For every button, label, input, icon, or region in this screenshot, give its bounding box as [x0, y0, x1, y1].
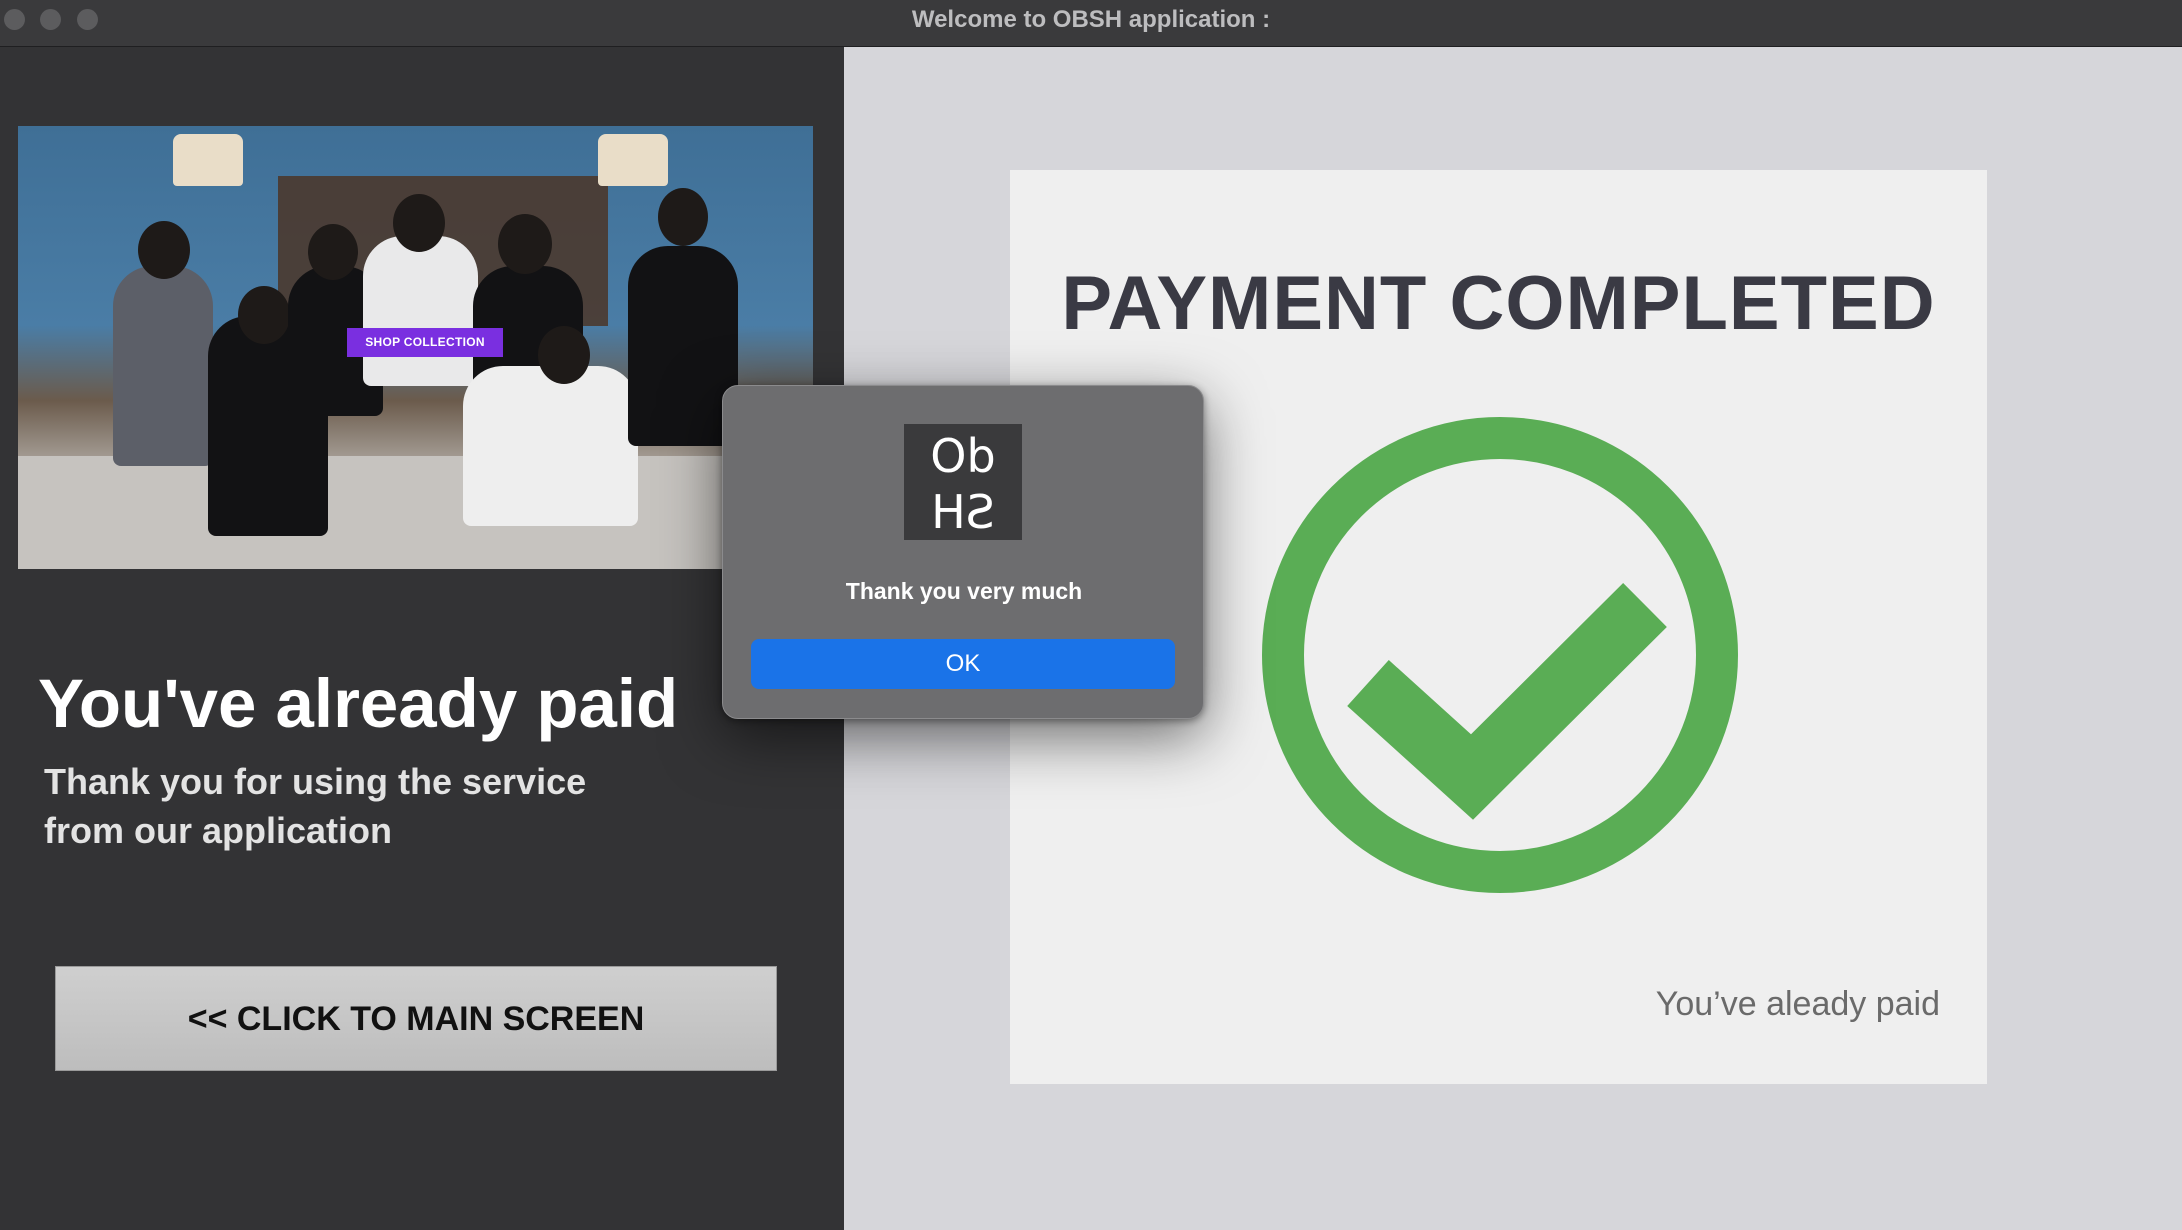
subtext-line: Thank you for using the service — [44, 761, 587, 802]
dialog-message: Thank you very much — [845, 578, 1083, 604]
ok-button[interactable]: OK — [751, 639, 1175, 689]
left-panel: SHOP COLLECTION You've already paid Than… — [0, 47, 844, 1230]
already-paid-headline: You've already paid — [38, 665, 679, 742]
app-logo-icon: Ob SH — [904, 424, 1022, 540]
check-circle-icon — [1260, 415, 1740, 895]
payment-completed-title: PAYMENT COMPLETED — [1061, 261, 1936, 346]
shop-collection-badge[interactable]: SHOP COLLECTION — [347, 328, 503, 357]
logo-line: Ob — [930, 429, 996, 483]
subtext-line: from our application — [44, 810, 393, 851]
banner-photo: SHOP COLLECTION — [18, 126, 813, 569]
main-screen-button[interactable]: << CLICK TO MAIN SCREEN — [55, 966, 777, 1071]
window-title: Welcome to OBSH application : — [911, 6, 1271, 33]
logo-line: SH — [931, 485, 995, 539]
already-paid-note: You’ve aleady paid — [1655, 985, 1940, 1023]
window-titlebar: Welcome to OBSH application : — [0, 0, 2182, 47]
thank-you-dialog: Ob SH Thank you very much OK — [722, 385, 1204, 719]
thank-you-subtext: Thank you for using the service from our… — [44, 757, 744, 855]
